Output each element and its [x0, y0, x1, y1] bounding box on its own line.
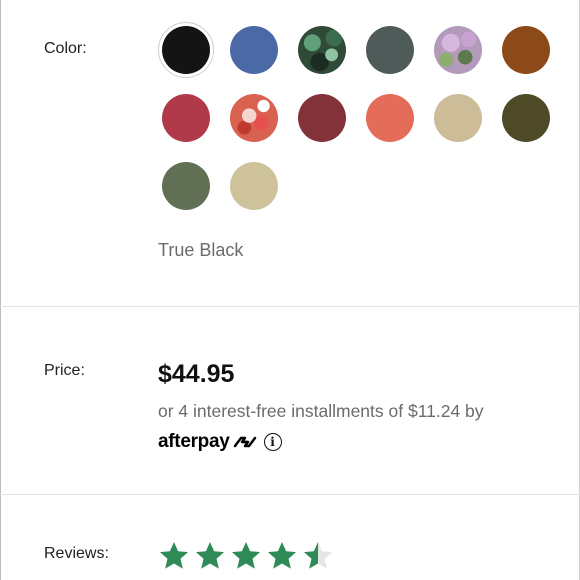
color-swatch[interactable]: [434, 26, 482, 74]
color-swatch[interactable]: [298, 94, 346, 142]
color-swatch[interactable]: [162, 162, 210, 210]
selected-color-name: True Black: [158, 240, 244, 260]
star-icon: [232, 542, 260, 569]
color-swatch[interactable]: [158, 22, 214, 78]
color-swatch[interactable]: [366, 26, 414, 74]
color-swatch[interactable]: [434, 94, 482, 142]
afterpay-row[interactable]: afterpay i: [158, 429, 282, 455]
color-swatch[interactable]: [366, 94, 414, 142]
left-border: [0, 0, 1, 580]
star-rating[interactable]: [158, 540, 334, 572]
installment-text: or 4 interest-free installments of $11.2…: [158, 401, 484, 421]
afterpay-logo: afterpay: [158, 431, 230, 452]
star-icon: [304, 542, 332, 569]
divider: [0, 494, 580, 495]
price-value: $44.95: [158, 360, 235, 388]
star-icon: [160, 542, 188, 569]
color-swatch-grid: [158, 22, 550, 210]
reviews-label: Reviews:: [44, 545, 109, 562]
color-label: Color:: [44, 40, 87, 57]
star-icon: [196, 542, 224, 569]
info-icon[interactable]: i: [263, 433, 282, 451]
color-swatch[interactable]: [298, 26, 346, 74]
color-swatch[interactable]: [162, 94, 210, 142]
color-swatch[interactable]: [230, 26, 278, 74]
divider: [0, 306, 580, 307]
star-icon: [268, 542, 296, 569]
color-swatch[interactable]: [230, 94, 278, 142]
color-swatch[interactable]: [502, 26, 550, 74]
afterpay-arrows-icon: [233, 436, 256, 448]
price-label: Price:: [44, 362, 85, 379]
color-swatch[interactable]: [230, 162, 278, 210]
color-swatch[interactable]: [502, 94, 550, 142]
